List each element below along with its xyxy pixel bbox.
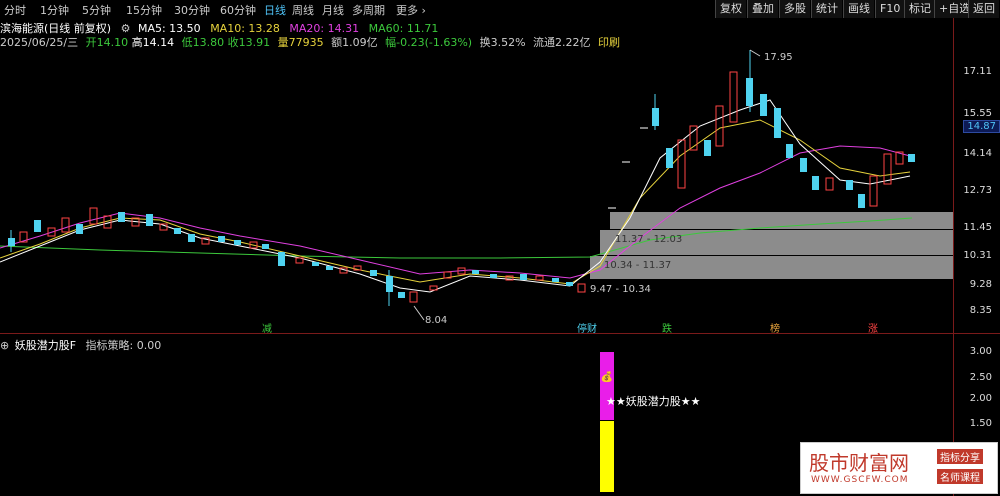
high-pointer: [749, 49, 761, 57]
candlestick-chart: 17.95 8.04 11.37 - 12.03 10.34 - 11.37 9…: [0, 49, 954, 326]
zone-label-1: 11.37 - 12.03: [615, 234, 682, 245]
axis-tick: 11.45: [963, 222, 992, 233]
axis-tick: 2.50: [969, 372, 992, 383]
axis-tick: 12.73: [963, 185, 992, 196]
watermark-tag-share: 指标分享: [937, 449, 983, 464]
watermark-title: 股市财富网: [809, 451, 909, 475]
indicator-label: ★★妖股潜力股★★: [606, 395, 701, 408]
indicator-header: ⊕ 妖股潜力股F 指标策略: 0.00: [0, 337, 161, 353]
multi-stock-button[interactable]: 多股: [779, 0, 810, 18]
axis-tick: 10.31: [963, 250, 992, 261]
tab-5min[interactable]: 5分钟: [82, 2, 111, 18]
zone-label-2: 10.34 - 11.37: [604, 260, 671, 271]
tab-15min[interactable]: 15分钟: [126, 2, 162, 18]
axis-tick: 15.55: [963, 108, 992, 119]
f10-button[interactable]: F10: [875, 0, 905, 18]
tab-1min[interactable]: 1分钟: [40, 2, 69, 18]
mark-button[interactable]: 标记: [904, 0, 935, 18]
top-toolbar: 分时 1分钟 5分钟 15分钟 30分钟 60分钟 日线 周线 月线 多周期 更…: [0, 0, 1000, 18]
high-annotation: 17.95: [764, 52, 793, 63]
tab-daily[interactable]: 日线: [264, 2, 286, 18]
collapse-icon[interactable]: ⊕: [0, 339, 9, 352]
watermark-tag-course: 名师课程: [937, 469, 983, 484]
price-axis: 17.11 15.55 14.87 14.14 12.73 11.45 10.3…: [953, 18, 1000, 496]
back-button[interactable]: 返回: [968, 0, 999, 18]
fuquan-button[interactable]: 复权: [715, 0, 746, 18]
axis-tick: 3.00: [969, 346, 992, 357]
stats-button[interactable]: 统计: [811, 0, 842, 18]
indicator-title[interactable]: 妖股潜力股F: [15, 339, 76, 352]
axis-tick: 9.28: [969, 279, 992, 290]
axis-tick: 14.14: [963, 148, 992, 159]
indicator-strategy: 指标策略: 0.00: [85, 339, 162, 352]
zone-label-3: 9.47 - 10.34: [590, 284, 651, 295]
overlay-button[interactable]: 叠加: [747, 0, 778, 18]
axis-tick: 8.35: [969, 305, 992, 316]
low-pointer: [413, 305, 425, 321]
tab-30min[interactable]: 30分钟: [174, 2, 210, 18]
draw-line-button[interactable]: 画线: [843, 0, 874, 18]
tab-weekly[interactable]: 周线: [292, 2, 314, 18]
tab-more[interactable]: 更多 ›: [396, 2, 426, 18]
watermark-overlay: 股市财富网 指标分享 名师课程 WWW.GSCFW.COM: [800, 442, 998, 494]
indicator-magenta-bar: [600, 352, 614, 420]
tab-multi-period[interactable]: 多周期: [352, 2, 385, 18]
axis-tick: 1.50: [969, 418, 992, 429]
low-annotation: 8.04: [425, 315, 447, 326]
panel-divider: [0, 333, 1000, 334]
indicator-yellow-bar: [600, 421, 614, 492]
axis-tick: 2.00: [969, 393, 992, 404]
watermark-url: WWW.GSCFW.COM: [811, 475, 909, 485]
tab-60min[interactable]: 60分钟: [220, 2, 256, 18]
tab-monthly[interactable]: 月线: [322, 2, 344, 18]
money-bag-icon: 💰: [600, 372, 614, 383]
axis-tick: 17.11: [963, 66, 992, 77]
current-price-tag: 14.87: [963, 120, 1000, 133]
tab-fenshi[interactable]: 分时: [4, 2, 26, 18]
